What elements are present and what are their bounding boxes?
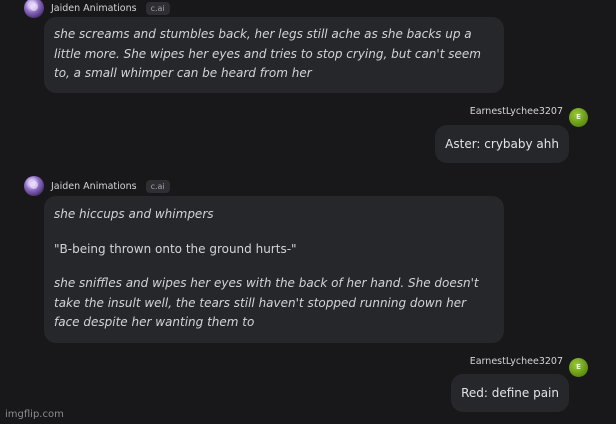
message-text: she sniffles and wipes her eyes with the…	[54, 276, 479, 329]
ai-badge: c.ai	[145, 1, 170, 15]
bot-message-header: Jaiden Animations c.ai	[24, 176, 170, 196]
user-message-bubble: Red: define pain	[451, 374, 569, 412]
message-text: she hiccups and whimpers	[54, 207, 214, 221]
user-avatar[interactable]: E	[569, 357, 588, 377]
user-avatar[interactable]: E	[569, 107, 588, 127]
message-text: Aster: crybaby ahh	[445, 137, 559, 151]
bot-message-bubble: she screams and stumbles back, her legs …	[44, 17, 504, 93]
user-name[interactable]: EarnestLychee3207	[470, 356, 563, 367]
user-name[interactable]: EarnestLychee3207	[470, 106, 563, 117]
message-text: she screams and stumbles back, her legs …	[54, 27, 481, 80]
bot-name[interactable]: Jaiden Animations	[51, 3, 137, 14]
user-message-header: EarnestLychee3207 E	[470, 354, 588, 377]
message-text: Red: define pain	[461, 386, 559, 400]
user-message-header: EarnestLychee3207 E	[470, 104, 588, 127]
message-text: "B-being thrown onto the ground hurts-"	[54, 241, 297, 256]
bot-message-header: Jaiden Animations c.ai	[24, 0, 170, 18]
bot-name[interactable]: Jaiden Animations	[51, 181, 137, 192]
watermark: imgflip.com	[5, 409, 64, 420]
bot-message-bubble: she hiccups and whimpers "B-being thrown…	[44, 196, 504, 343]
bot-avatar[interactable]	[24, 176, 44, 196]
ai-badge: c.ai	[145, 179, 170, 193]
bot-avatar[interactable]	[24, 0, 44, 18]
user-message-bubble: Aster: crybaby ahh	[435, 125, 569, 163]
